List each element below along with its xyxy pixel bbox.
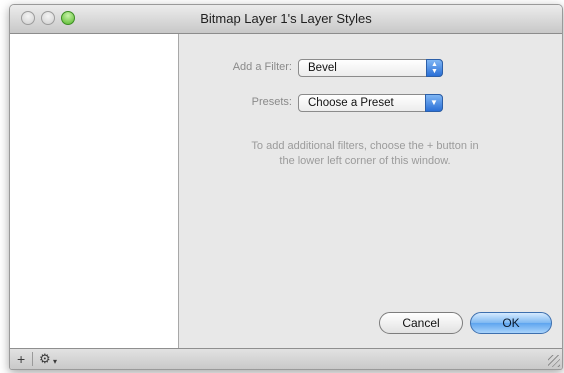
instructions-line-1: To add additional filters, choose the + … xyxy=(251,140,479,152)
instructions-text: To add additional filters, choose the + … xyxy=(220,139,510,169)
bottom-toolbar: + ⚙ ▾ xyxy=(10,348,562,369)
ok-button[interactable]: OK xyxy=(470,312,552,334)
presets-select-value: Choose a Preset xyxy=(308,97,394,109)
filter-select[interactable]: Bevel ▲ ▼ xyxy=(298,59,443,77)
gear-icon[interactable]: ⚙ xyxy=(39,351,51,367)
window-title: Bitmap Layer 1's Layer Styles xyxy=(200,11,372,26)
resize-grip-icon[interactable] xyxy=(548,355,560,367)
cancel-button[interactable]: Cancel xyxy=(379,312,463,334)
filter-select-value: Bevel xyxy=(308,62,337,74)
presets-label: Presets: xyxy=(251,96,292,108)
dropdown-arrow-icon: ▼ xyxy=(425,94,443,112)
popup-stepper-icon: ▲ ▼ xyxy=(426,59,443,77)
presets-select[interactable]: Choose a Preset ▼ xyxy=(298,94,443,112)
title-bar[interactable]: Bitmap Layer 1's Layer Styles xyxy=(10,5,562,34)
toolbar-divider xyxy=(32,352,33,366)
layer-styles-window: Bitmap Layer 1's Layer Styles Add a Filt… xyxy=(9,4,563,370)
stepper-up-icon: ▲ xyxy=(431,61,438,68)
add-filter-label: Add a Filter: xyxy=(232,61,292,73)
add-filter-button[interactable]: + xyxy=(17,351,25,367)
stepper-down-icon: ▼ xyxy=(431,68,438,75)
filter-list[interactable] xyxy=(10,34,179,348)
instructions-line-2: the lower left corner of this window. xyxy=(279,155,451,167)
chevron-down-icon[interactable]: ▾ xyxy=(53,354,57,369)
